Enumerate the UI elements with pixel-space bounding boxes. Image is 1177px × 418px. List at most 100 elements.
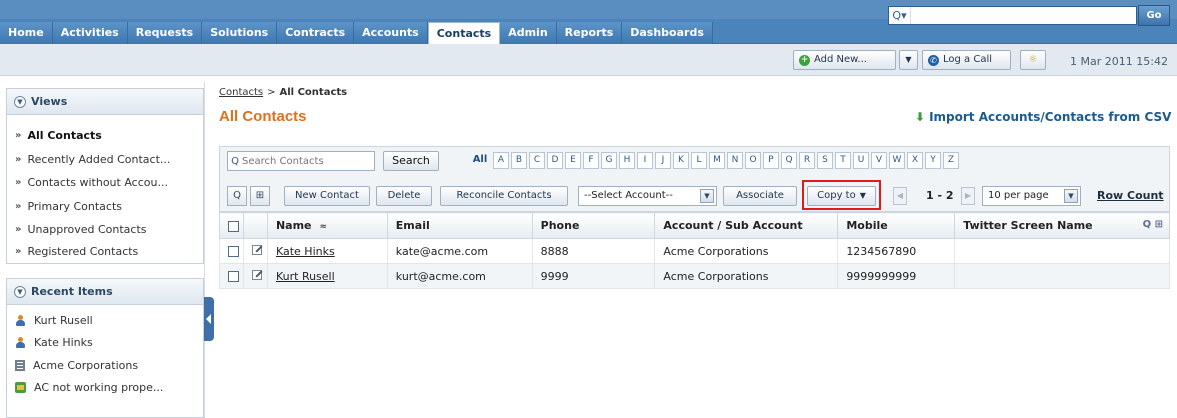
- table-row: Kurt Rusell kurt@acme.com 9999 Acme Corp…: [219, 263, 1170, 289]
- delete-button[interactable]: Delete: [376, 186, 432, 206]
- collapse-chevron-icon[interactable]: ▼: [14, 285, 26, 298]
- tab-admin[interactable]: Admin: [500, 22, 557, 44]
- views-header[interactable]: ▼ Views: [7, 89, 203, 115]
- search-button[interactable]: Search: [383, 151, 439, 171]
- reminder-button[interactable]: ☼: [1020, 50, 1046, 70]
- alphabet-filter: All A B C D E F G H I J K L M N O P Q R …: [469, 152, 959, 169]
- panel-collapse-handle[interactable]: [204, 297, 214, 341]
- column-header-email[interactable]: Email: [386, 212, 533, 239]
- column-tools-icon[interactable]: Q ⊞: [1143, 219, 1163, 230]
- view-registered-contacts[interactable]: » Registered Contacts: [15, 245, 138, 258]
- tab-activities[interactable]: Activities: [52, 22, 128, 44]
- search-scope-icon[interactable]: Q▾: [889, 7, 911, 24]
- select-account-value: --Select Account--: [584, 190, 673, 201]
- edit-icon[interactable]: [251, 269, 262, 280]
- import-csv-link[interactable]: ⬇ Import Accounts/Contacts from CSV: [915, 110, 1171, 124]
- table-row: Kate Hinks kate@acme.com 8888 Acme Corpo…: [219, 238, 1170, 264]
- recent-item-label: Acme Corporations: [33, 359, 139, 372]
- tab-accounts[interactable]: Accounts: [354, 22, 428, 44]
- reconcile-contacts-button[interactable]: Reconcile Contacts: [440, 186, 568, 206]
- column-header-phone[interactable]: Phone: [531, 212, 656, 239]
- first-page-icon[interactable]: ◀: [893, 187, 907, 205]
- letter-all[interactable]: All: [469, 152, 491, 169]
- collapse-chevron-icon[interactable]: ▼: [14, 95, 26, 108]
- view-primary-contacts[interactable]: » Primary Contacts: [15, 200, 122, 213]
- current-datetime: 1 Mar 2011 15:42: [1070, 55, 1168, 68]
- new-contact-button[interactable]: New Contact: [284, 186, 370, 206]
- letter-p[interactable]: P: [763, 152, 779, 169]
- letter-t[interactable]: T: [835, 152, 851, 169]
- contact-search-input[interactable]: [242, 155, 370, 167]
- column-chooser-icon[interactable]: ⊞: [250, 186, 270, 206]
- column-header-account[interactable]: Account / Sub Account: [654, 212, 839, 239]
- view-all-contacts[interactable]: » All Contacts: [15, 129, 102, 142]
- row-checkbox[interactable]: [228, 246, 239, 257]
- tab-reports[interactable]: Reports: [556, 22, 623, 44]
- contact-name-link[interactable]: Kate Hinks: [276, 245, 335, 258]
- recent-items-header[interactable]: ▼ Recent Items: [7, 279, 203, 305]
- edit-icon[interactable]: [251, 244, 262, 255]
- row-checkbox[interactable]: [228, 271, 239, 282]
- letter-b[interactable]: B: [511, 152, 527, 169]
- letter-w[interactable]: W: [889, 152, 905, 169]
- letter-o[interactable]: O: [745, 152, 761, 169]
- double-chevron-icon: »: [15, 154, 22, 165]
- letter-c[interactable]: C: [529, 152, 545, 169]
- letter-a[interactable]: A: [493, 152, 509, 169]
- highlight-box: [802, 180, 881, 210]
- column-header-mobile[interactable]: Mobile: [837, 212, 956, 239]
- letter-h[interactable]: H: [619, 152, 635, 169]
- breadcrumb: Contacts > All Contacts: [219, 87, 347, 98]
- select-account-dropdown[interactable]: --Select Account-- ▼: [578, 186, 717, 206]
- tab-contacts[interactable]: Contacts: [427, 22, 501, 45]
- sort-icon[interactable]: ≈: [320, 222, 328, 232]
- tab-contracts[interactable]: Contracts: [277, 22, 355, 44]
- recent-item[interactable]: Kate Hinks: [15, 336, 93, 349]
- search-icon[interactable]: Q: [227, 186, 247, 206]
- letter-z[interactable]: Z: [943, 152, 959, 169]
- letter-r[interactable]: R: [799, 152, 815, 169]
- tab-solutions[interactable]: Solutions: [202, 22, 278, 44]
- letter-n[interactable]: N: [727, 152, 743, 169]
- go-button[interactable]: Go: [1138, 5, 1170, 26]
- per-page-select[interactable]: 10 per page ▼: [982, 186, 1081, 206]
- log-call-button[interactable]: ✆ Log a Call: [922, 50, 1011, 70]
- view-recently-added[interactable]: » Recently Added Contact...: [15, 153, 170, 166]
- letter-i[interactable]: I: [637, 152, 653, 169]
- recent-item[interactable]: AC not working prope...: [15, 381, 163, 394]
- view-without-account[interactable]: » Contacts without Accou...: [15, 176, 168, 189]
- associate-button[interactable]: Associate: [723, 186, 797, 206]
- letter-s[interactable]: S: [817, 152, 833, 169]
- letter-f[interactable]: F: [583, 152, 599, 169]
- row-count-link[interactable]: Row Count: [1097, 189, 1164, 202]
- view-unapproved-contacts[interactable]: » Unapproved Contacts: [15, 223, 147, 236]
- tab-requests[interactable]: Requests: [127, 22, 203, 44]
- letter-q[interactable]: Q: [781, 152, 797, 169]
- column-header-name[interactable]: Name ≈: [266, 212, 388, 239]
- letter-u[interactable]: U: [853, 152, 869, 169]
- email-cell: kate@acme.com: [386, 238, 533, 264]
- global-search-input[interactable]: [911, 7, 1136, 24]
- next-page-icon[interactable]: ▶: [961, 187, 975, 205]
- letter-g[interactable]: G: [601, 152, 617, 169]
- letter-d[interactable]: D: [547, 152, 563, 169]
- letter-v[interactable]: V: [871, 152, 887, 169]
- tab-dashboards[interactable]: Dashboards: [622, 22, 713, 44]
- letter-m[interactable]: M: [709, 152, 725, 169]
- breadcrumb-contacts-link[interactable]: Contacts: [219, 87, 263, 98]
- letter-y[interactable]: Y: [925, 152, 941, 169]
- letter-l[interactable]: L: [691, 152, 707, 169]
- letter-k[interactable]: K: [673, 152, 689, 169]
- recent-item[interactable]: Kurt Rusell: [15, 314, 93, 327]
- contact-name-link[interactable]: Kurt Rusell: [276, 270, 335, 283]
- add-new-dropdown[interactable]: ▼: [899, 50, 918, 70]
- tab-home[interactable]: Home: [0, 22, 53, 44]
- column-header-twitter[interactable]: Twitter Screen Name Q ⊞: [954, 212, 1170, 239]
- add-new-button[interactable]: + Add New...: [793, 50, 896, 70]
- recent-item[interactable]: Acme Corporations: [15, 359, 138, 372]
- letter-j[interactable]: J: [655, 152, 671, 169]
- select-all-checkbox[interactable]: [228, 220, 239, 232]
- phone-cell: 9999: [531, 263, 656, 289]
- letter-e[interactable]: E: [565, 152, 581, 169]
- letter-x[interactable]: X: [907, 152, 923, 169]
